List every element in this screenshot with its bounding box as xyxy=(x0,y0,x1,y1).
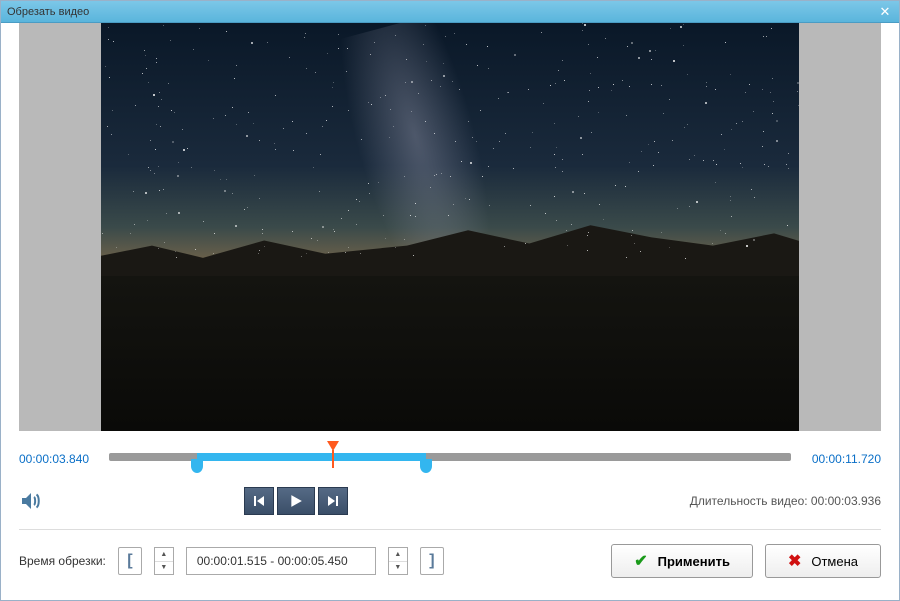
x-icon: ✖ xyxy=(788,551,801,571)
trim-range-display: 00:00:01.515 - 00:00:05.450 xyxy=(186,547,376,575)
spinner-down[interactable]: ▼ xyxy=(389,562,407,575)
playback-controls-row: Длительность видео: 00:00:03.936 xyxy=(1,473,899,529)
spinner-down[interactable]: ▼ xyxy=(155,562,173,575)
play-button[interactable] xyxy=(277,487,315,515)
duration-label: Длительность видео: 00:00:03.936 xyxy=(690,494,881,508)
start-time-spinner[interactable]: ▲ ▼ xyxy=(154,547,174,575)
playback-buttons xyxy=(0,487,690,515)
timeline-row: 00:00:03.840 00:00:11.720 xyxy=(1,431,899,473)
next-frame-button[interactable] xyxy=(318,487,348,515)
cancel-button[interactable]: ✖ Отмена xyxy=(765,544,881,578)
spinner-up[interactable]: ▲ xyxy=(389,548,407,562)
video-preview-area xyxy=(19,23,881,431)
timeline-track[interactable] xyxy=(109,445,791,473)
total-time-label: 00:00:11.720 xyxy=(803,452,881,466)
bottom-row: Время обрезки: [ ▲ ▼ 00:00:01.515 - 00:0… xyxy=(1,530,899,592)
spinner-up[interactable]: ▲ xyxy=(155,548,173,562)
end-time-spinner[interactable]: ▲ ▼ xyxy=(388,547,408,575)
titlebar: Обрезать видео ✕ xyxy=(1,1,899,23)
check-icon: ✔ xyxy=(634,551,647,571)
set-end-bracket-button[interactable]: ] xyxy=(420,547,444,575)
prev-frame-button[interactable] xyxy=(244,487,274,515)
set-start-bracket-button[interactable]: [ xyxy=(118,547,142,575)
trim-start-handle[interactable] xyxy=(191,459,203,473)
playhead[interactable] xyxy=(327,441,339,451)
trim-time-label: Время обрезки: xyxy=(19,554,106,568)
apply-button[interactable]: ✔ Применить xyxy=(611,544,753,578)
current-time-label: 00:00:03.840 xyxy=(19,452,97,466)
window-title: Обрезать видео xyxy=(7,6,877,18)
trim-end-handle[interactable] xyxy=(420,459,432,473)
video-frame xyxy=(101,23,799,431)
close-button[interactable]: ✕ xyxy=(877,4,893,20)
